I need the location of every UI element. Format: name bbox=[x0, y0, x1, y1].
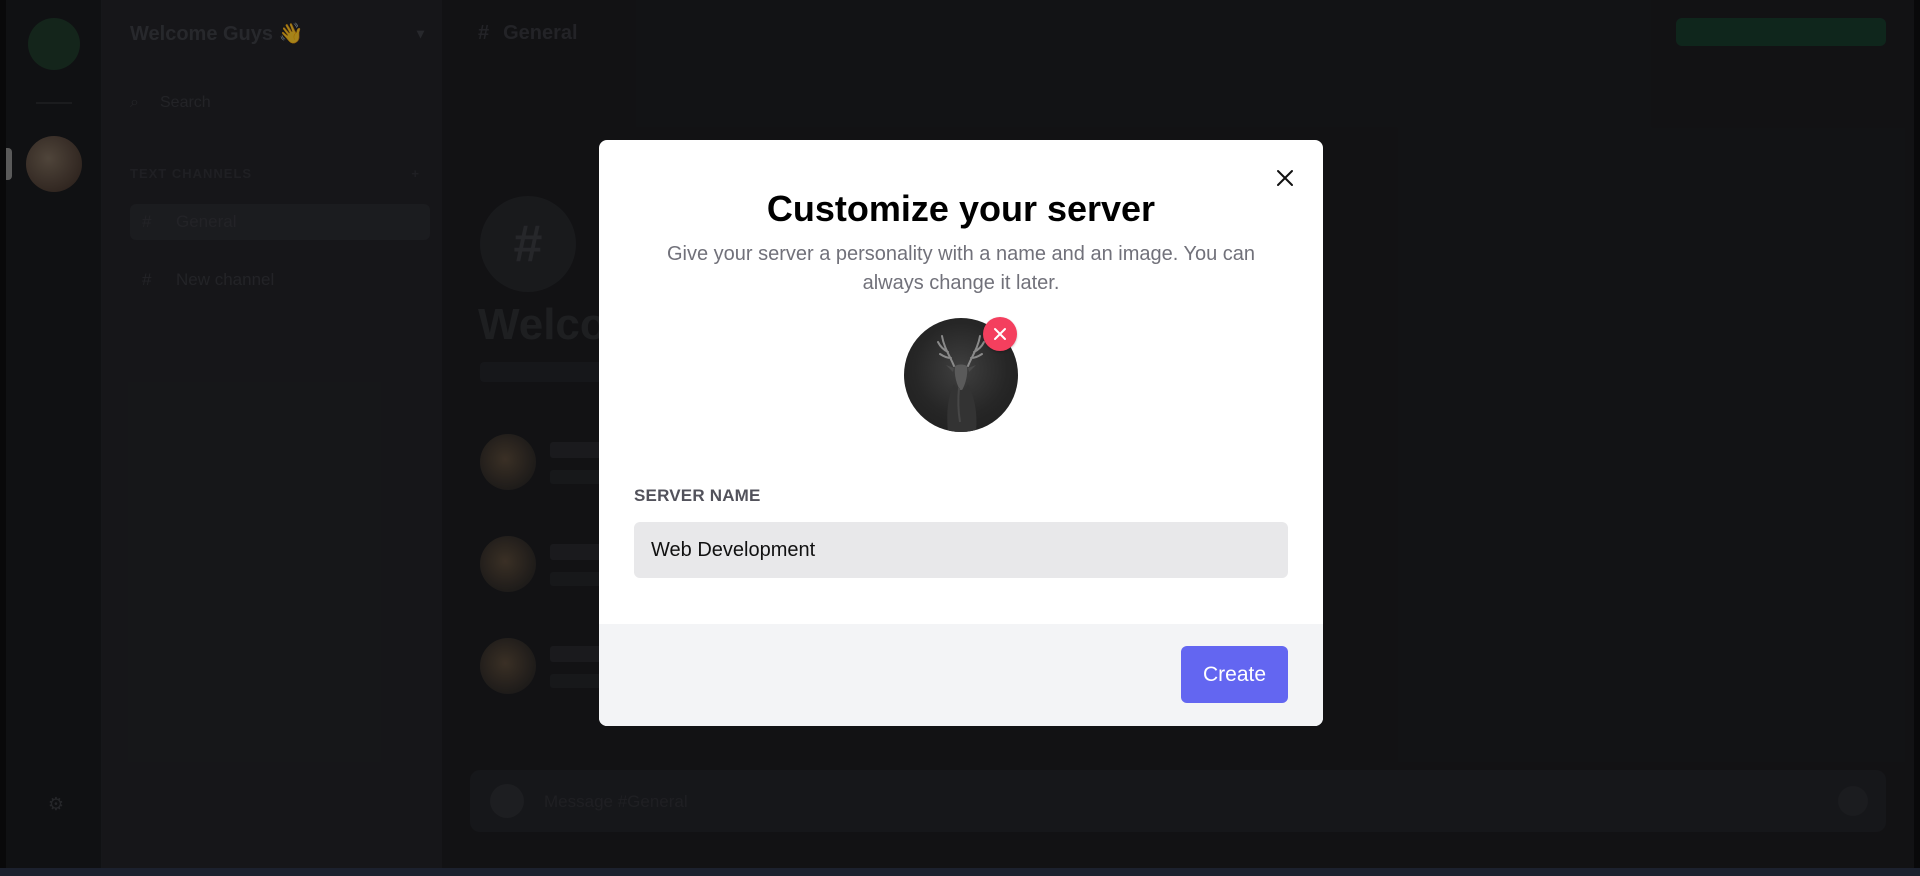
dialog-subtitle: Give your server a personality with a na… bbox=[666, 243, 1256, 294]
server-name-label: SERVER NAME bbox=[634, 486, 761, 505]
close-icon bbox=[1277, 170, 1293, 186]
create-button[interactable]: Create bbox=[1181, 646, 1288, 703]
remove-image-button[interactable] bbox=[983, 317, 1017, 351]
dialog-title: Customize your server bbox=[766, 188, 1156, 229]
server-name-input[interactable] bbox=[634, 522, 1288, 578]
x-icon bbox=[994, 328, 1006, 340]
server-image-upload[interactable] bbox=[904, 317, 1018, 432]
dialog-footer: Create bbox=[599, 624, 1323, 726]
customize-server-dialog: Customize your server Give your server a… bbox=[599, 140, 1323, 726]
